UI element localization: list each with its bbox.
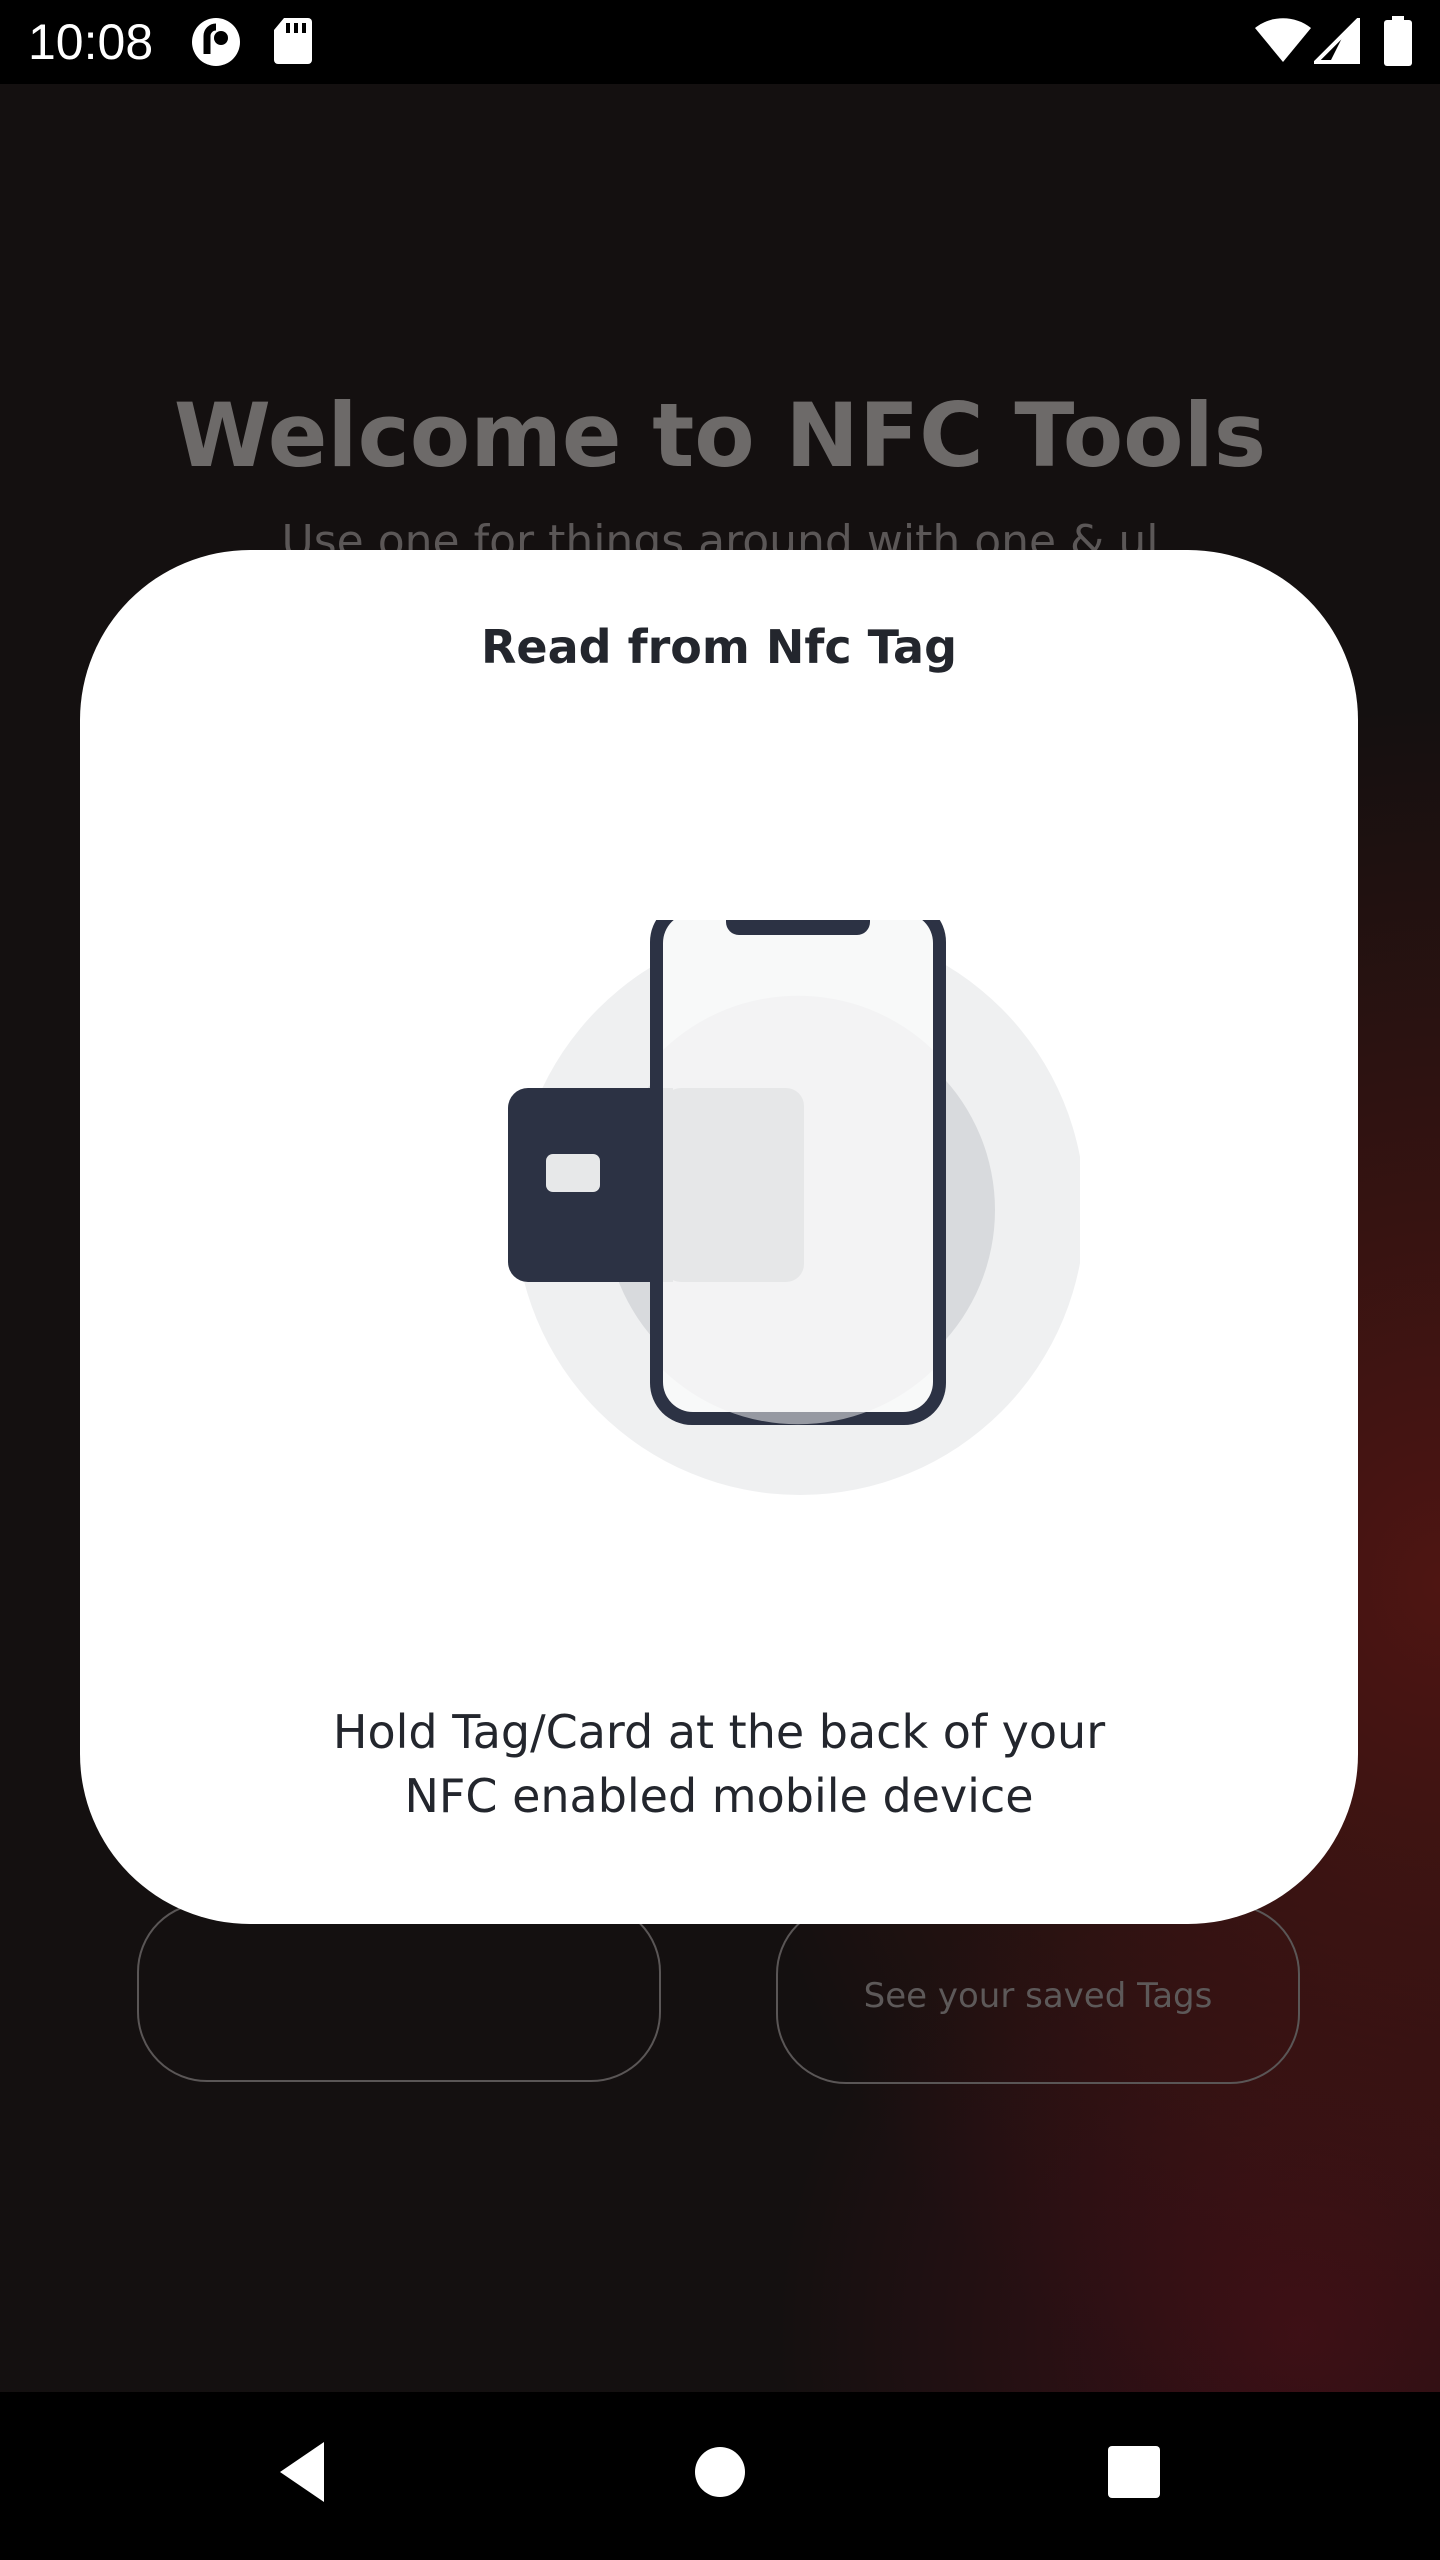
navigation-bar <box>0 2392 1440 2560</box>
dialog-message-line-1: Hold Tag/Card at the back of your <box>332 1705 1106 1759</box>
screen: 10:08 Welcome to NFC Tools Use one for t… <box>0 0 1440 2560</box>
home-button[interactable] <box>690 2432 750 2516</box>
phone-with-nfc-card-illustration <box>420 900 1085 1544</box>
signal-icon <box>1311 15 1360 68</box>
wifi-icon <box>1254 18 1312 68</box>
sd-card-icon <box>272 16 314 70</box>
pocket-casts-icon <box>190 16 242 72</box>
dialog-title: Read from Nfc Tag <box>480 620 958 674</box>
battery-icon <box>1384 16 1412 70</box>
dialog-message-line-2: NFC enabled mobile device <box>404 1769 1034 1823</box>
status-bar: 10:08 <box>0 0 1440 84</box>
recents-button[interactable] <box>1106 2432 1162 2516</box>
dialog-message: Hold Tag/Card at the back of your NFC en… <box>80 1700 1358 1828</box>
status-time: 10:08 <box>28 14 154 70</box>
back-button[interactable] <box>270 2432 334 2516</box>
read-nfc-dialog: Read from Nfc Tag Hold Tag/Card at the b… <box>80 550 1358 1924</box>
